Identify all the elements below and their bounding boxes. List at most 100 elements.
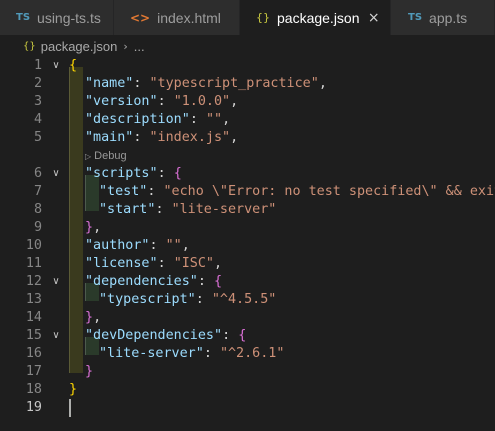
fold-chevron-icon[interactable]: ∨ [49,273,63,291]
json-key: "dependencies" [85,274,198,289]
json-key: "description" [85,112,190,127]
brace: { [173,166,182,181]
line-number: 18 [25,382,42,397]
json-value: "1.0.0" [173,94,231,109]
tab-label: index.html [157,9,221,26]
code-line: 12 ∨ "dependencies": { [0,273,495,291]
code-text: "dependencies": { [85,273,222,291]
line-number: 8 [33,202,42,217]
json-value: "ISC" [173,256,214,271]
code-text: "typescript": "^4.5.5" [99,291,276,309]
code-text: }, [85,309,101,327]
line-number: 16 [25,346,42,361]
code-text: "test": "echo \"Error: no test specified… [99,183,495,201]
breadcrumb-ellipsis[interactable]: ... [134,39,145,54]
close-icon[interactable]: × [368,10,380,26]
brace: } [69,382,78,397]
code-line: 6 ∨ "scripts": { [0,165,495,183]
json-file-icon: {} [256,11,270,24]
code-text: "license": "ISC", [85,255,222,273]
json-value: "index.js" [149,130,231,145]
fold-chevron-icon[interactable]: ∨ [49,327,63,345]
code-text: "main": "index.js", [85,129,238,147]
brace: { [69,58,78,73]
code-area[interactable]: 1 ∨ { 2 "name": "typescript_practice", 3… [0,57,495,431]
code-editor: TS using-ts.ts <> index.html {} package.… [0,0,495,431]
html-file-icon: <> [130,10,151,25]
fold-chevron-icon[interactable]: ∨ [49,165,63,183]
tab-label: app.ts [429,9,468,26]
line-number: 11 [25,256,42,271]
code-line: 16 "lite-server": "^2.6.1" [0,345,495,363]
json-key: "test" [99,184,148,199]
tab-app-ts[interactable]: TS app.ts [391,0,495,35]
colon: : [147,184,164,199]
comma: , [230,130,239,145]
code-line: 5 "main": "index.js", [0,129,495,147]
code-line: 9 }, [0,219,495,237]
breadcrumb: {} package.json › ... [0,35,495,57]
brace: } [85,310,94,325]
comma: , [93,220,102,235]
colon: : [157,94,174,109]
tab-package-json[interactable]: {} package.json × [240,0,391,35]
json-key: "name" [85,76,134,91]
json-value: "" [205,112,223,127]
code-line: 7 "test": "echo \"Error: no test specifi… [0,183,495,201]
tab-using-ts[interactable]: TS using-ts.ts [0,0,114,35]
code-text: } [85,363,93,381]
line-number: 19 [25,400,42,415]
comma: , [93,310,102,325]
tab-label: using-ts.ts [37,9,101,26]
brace: } [85,364,94,379]
text-cursor [69,399,71,417]
brace: { [238,328,247,343]
code-text: { [69,57,77,75]
line-number: 13 [25,292,42,307]
colon: : [155,202,172,217]
code-line: 19 [0,399,495,417]
typescript-file-icon: TS [16,12,31,23]
line-number: 12 [25,274,42,289]
comma: , [181,238,190,253]
colon: : [149,238,166,253]
breadcrumb-file[interactable]: package.json [41,39,118,54]
code-text: }, [85,219,101,237]
code-text: "name": "typescript_practice", [85,75,327,93]
brace: { [214,274,223,289]
json-value: "echo \"Error: no test specified\" && ex… [163,184,495,199]
line-number: 1 [33,58,42,73]
json-value: "" [165,238,182,253]
code-text: "start": "lite-server" [99,201,276,219]
json-value: "lite-server" [171,202,277,217]
code-line: 17 } [0,363,495,381]
line-number: 9 [33,220,42,235]
json-file-icon: {} [23,40,36,52]
code-text: "devDependencies": { [85,327,246,345]
colon: : [157,256,174,271]
json-key: "typescript" [99,292,196,307]
tab-bar: TS using-ts.ts <> index.html {} package.… [0,0,495,35]
code-line: 15 ∨ "devDependencies": { [0,327,495,345]
colon: : [222,328,239,343]
json-key: "scripts" [85,166,158,181]
colon: : [195,292,212,307]
code-line: 4 "description": "", [0,111,495,129]
debug-label: Debug [94,150,127,162]
line-number: 10 [25,238,42,253]
comma: , [230,94,239,109]
json-key: "version" [85,94,158,109]
colon: : [157,166,174,181]
code-line: 11 "license": "ISC", [0,255,495,273]
fold-chevron-icon[interactable]: ∨ [49,57,63,75]
line-number: 4 [33,112,42,127]
code-text: "description": "", [85,111,230,129]
code-line: 13 "typescript": "^4.5.5" [0,291,495,309]
chevron-right-icon: › [123,39,128,53]
code-text: "scripts": { [85,165,182,183]
debug-codelens[interactable]: ▷ Debug [85,149,127,163]
tab-index-html[interactable]: <> index.html [114,0,240,35]
line-number: 3 [33,94,42,109]
line-number: 5 [33,130,42,145]
json-value: "typescript_practice" [149,76,319,91]
